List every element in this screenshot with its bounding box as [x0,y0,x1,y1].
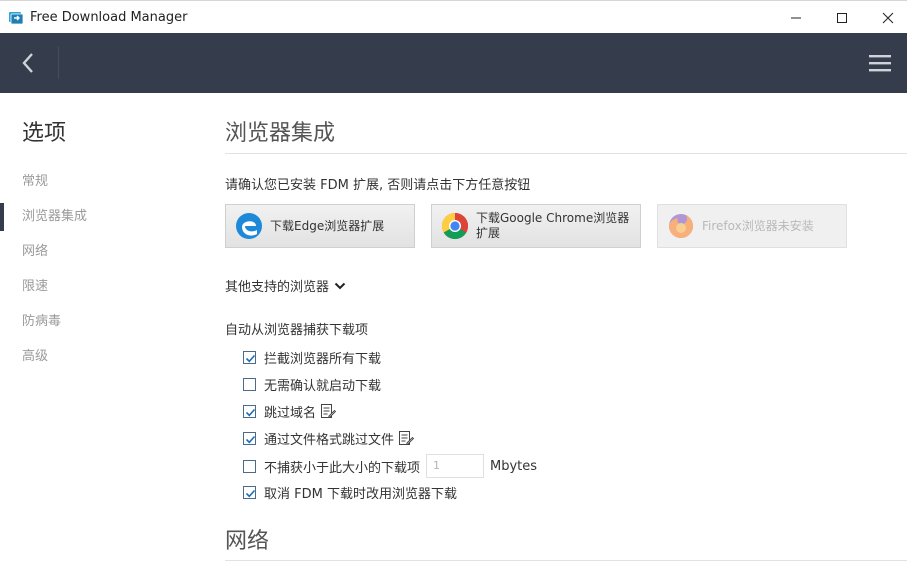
sidebar-active-indicator [0,203,4,231]
edge-icon [236,213,262,239]
fallback-to-browser-checkbox[interactable] [243,485,256,499]
close-icon [882,12,894,23]
section-title-browser-integration: 浏览器集成 [225,121,336,146]
maximize-icon [837,12,847,23]
min-size-checkbox[interactable] [243,459,256,473]
checkmark-icon [245,435,256,443]
main-menu-button[interactable] [865,47,895,79]
window-title: Free Download Manager [30,10,188,25]
chevron-down-icon [334,282,346,289]
chevron-left-icon [22,53,33,73]
other-browsers-label: 其他支持的浏览器 [225,280,330,295]
min-size-unit: Mbytes [490,458,538,474]
edge-button-label: 下载Edge浏览器扩展 [270,218,385,233]
sidebar-item-antivirus[interactable]: 防病毒 [22,312,61,332]
fallback-to-browser-label: 取消 FDM 下载时改用浏览器下载 [264,486,457,502]
sidebar-item-advanced[interactable]: 高级 [22,347,48,367]
checkmark-icon [245,489,256,497]
auto-capture-heading: 自动从浏览器捕获下载项 [225,323,369,338]
sidebar-title: 选项 [22,121,67,146]
skip-domains-label: 跳过域名 [264,405,317,421]
start-without-confirm-label: 无需确认就启动下载 [264,378,382,394]
download-chrome-extension-button[interactable]: 下载Google Chrome浏览器扩展 [431,204,641,248]
sidebar-item-speed-limit[interactable]: 限速 [22,277,48,297]
option-start-without-confirm[interactable]: 无需确认就启动下载 [243,375,382,394]
min-size-label: 不捕获小于此大小的下载项 [264,460,421,476]
firefox-icon [669,214,693,238]
firefox-button-label: Firefox浏览器未安装 [702,218,814,233]
sidebar-item-network[interactable]: 网络 [22,242,48,262]
maximize-button[interactable] [819,1,865,34]
other-browsers-toggle[interactable]: 其他支持的浏览器 [225,276,346,295]
fdm-app-icon [9,12,24,25]
option-min-size[interactable]: 不捕获小于此大小的下载项 1 Mbytes [243,454,537,478]
intercept-all-label: 拦截浏览器所有下载 [264,351,382,367]
option-skip-domains[interactable]: 跳过域名 [243,402,337,421]
download-edge-extension-button[interactable]: 下载Edge浏览器扩展 [225,204,415,248]
back-button[interactable] [12,47,44,79]
app-header [0,33,907,93]
minimize-icon [791,17,801,18]
option-skip-file-types[interactable]: 通过文件格式跳过文件 [243,429,415,448]
hamburger-menu-icon [869,55,891,72]
firefox-extension-button[interactable]: Firefox浏览器未安装 [657,204,847,248]
chrome-icon [441,212,469,240]
settings-content: 浏览器集成 请确认您已安装 FDM 扩展, 否则请点击下方任意按钮 下载Edge… [225,93,907,565]
edit-list-icon[interactable] [398,430,415,446]
skip-file-types-checkbox[interactable] [243,431,256,445]
edit-list-icon[interactable] [320,403,337,419]
skip-domains-checkbox[interactable] [243,404,256,418]
start-without-confirm-checkbox[interactable] [243,377,256,391]
sidebar-item-browser-integration[interactable]: 浏览器集成 [22,207,87,227]
header-divider [58,47,59,79]
chrome-button-label: 下载Google Chrome浏览器扩展 [476,211,630,240]
option-fallback-to-browser[interactable]: 取消 FDM 下载时改用浏览器下载 [243,483,457,502]
checkmark-icon [245,408,256,416]
min-size-input[interactable]: 1 [426,454,485,478]
title-bar: Free Download Manager [0,0,907,33]
minimize-button[interactable] [773,1,819,34]
section-title-network: 网络 [225,529,270,554]
checkmark-icon [245,354,256,362]
skip-file-types-label: 通过文件格式跳过文件 [264,432,395,448]
section-divider [225,153,907,154]
section-divider [225,560,907,561]
option-intercept-all[interactable]: 拦截浏览器所有下载 [243,348,382,367]
sidebar-item-general[interactable]: 常规 [22,172,48,192]
close-button[interactable] [865,1,907,34]
confirm-extension-text: 请确认您已安装 FDM 扩展, 否则请点击下方任意按钮 [225,178,531,193]
intercept-all-checkbox[interactable] [243,350,256,364]
settings-sidebar: 选项 常规 浏览器集成 网络 限速 防病毒 高级 [0,93,210,565]
